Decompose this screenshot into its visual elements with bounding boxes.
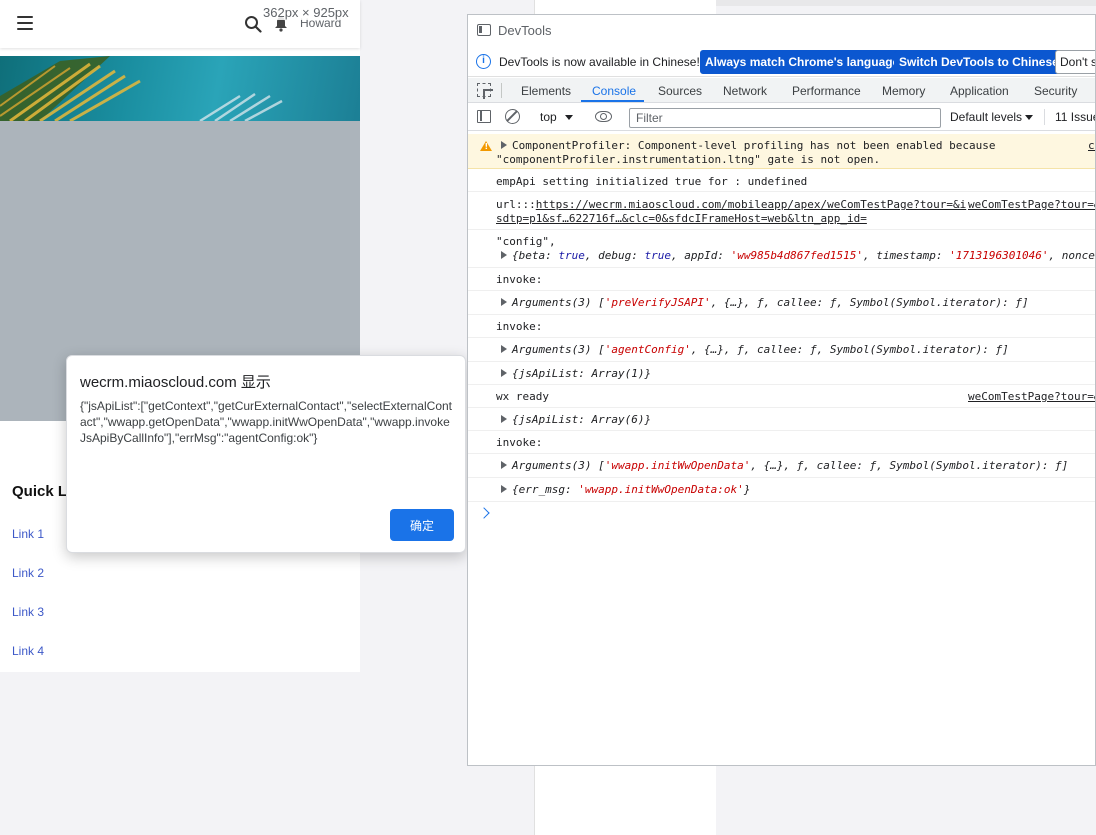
console-log-jsapi-6: {jsApiList: Array(6)} xyxy=(468,408,1095,431)
warning-line-1[interactable]: ComponentProfiler: Component-level profi… xyxy=(501,139,995,153)
context-selector[interactable]: top xyxy=(540,110,573,124)
console-log-wx-ready: wx ready weComTestPage?tour=& xyxy=(468,385,1095,408)
log-levels-label: Default levels xyxy=(950,110,1023,124)
sidebar-toggle-icon[interactable] xyxy=(477,110,491,123)
chevron-down-icon xyxy=(564,115,573,121)
console-log-errmsg: {err_msg: 'wwapp.initWwOpenData:ok'} xyxy=(468,478,1095,502)
alert-dialog: wecrm.miaoscloud.com 显示 {"jsApiList":["g… xyxy=(66,355,466,553)
tab-separator xyxy=(501,83,502,98)
filter-input[interactable] xyxy=(629,108,941,128)
console-log-invoke-1: invoke: xyxy=(468,268,1095,291)
mobile-page: Howard 362px × 925px Quick L Link 1 Link… xyxy=(0,0,360,672)
search-icon[interactable] xyxy=(244,15,262,33)
background-strip xyxy=(716,0,1096,6)
banner-image xyxy=(0,56,360,121)
dont-show-button[interactable]: Don't s xyxy=(1055,50,1095,74)
console-log-jsapi-1: {jsApiList: Array(1)} xyxy=(468,362,1095,385)
chevron-down-icon xyxy=(1025,115,1034,121)
tab-performance[interactable]: Performance xyxy=(792,84,861,98)
console-log-config: "config", {beta: true, debug: true, appI… xyxy=(468,230,1095,268)
console-log-invoke-2: invoke: xyxy=(468,315,1095,338)
dialog-title: wecrm.miaoscloud.com 显示 xyxy=(80,374,271,391)
devtools-window: DevTools i DevTools is now available in … xyxy=(467,14,1096,766)
console-prompt-icon[interactable] xyxy=(478,507,490,519)
tab-memory[interactable]: Memory xyxy=(882,84,925,98)
log-levels-dropdown[interactable]: Default levels xyxy=(950,110,1034,124)
match-language-button[interactable]: Always match Chrome's language xyxy=(700,50,905,74)
inspect-element-icon[interactable] xyxy=(477,83,491,97)
infobar-text: DevTools is now available in Chinese! xyxy=(499,55,700,69)
console-warning: ComponentProfiler: Component-level profi… xyxy=(468,134,1095,169)
url-link-continued[interactable]: sdtp=p1&sf…622716f…&clc=0&sfdcIFrameHost… xyxy=(496,212,867,226)
tab-network[interactable]: Network xyxy=(723,84,767,98)
expand-triangle-icon[interactable] xyxy=(501,345,507,353)
link-3[interactable]: Link 3 xyxy=(12,605,44,619)
devtools-tabbar: Elements Console Sources Network Perform… xyxy=(468,78,1095,103)
expand-triangle-icon[interactable] xyxy=(501,485,507,493)
quick-links-title: Quick L xyxy=(12,483,68,500)
devtools-titlebar: DevTools xyxy=(468,15,1095,46)
dialog-message: {"jsApiList":["getContext","getCurExtern… xyxy=(80,399,452,445)
menu-icon[interactable] xyxy=(17,16,33,30)
console-log-empapi: empApi setting initialized true for : un… xyxy=(468,170,1095,192)
tab-application[interactable]: Application xyxy=(950,84,1009,98)
link-4[interactable]: Link 4 xyxy=(12,644,44,658)
viewport-dimensions: 362px × 925px xyxy=(262,5,350,20)
console-log-args-3: Arguments(3) ['wwapp.initWwOpenData', {…… xyxy=(468,454,1095,478)
warning-line-2: "componentProfiler.instrumentation.ltng"… xyxy=(496,153,881,166)
warning-source-link[interactable]: co xyxy=(1088,139,1095,153)
info-icon: i xyxy=(476,54,491,69)
config-object[interactable]: {beta: true, debug: true, appId: 'ww985b… xyxy=(501,249,1095,263)
switch-chinese-button[interactable]: Switch DevTools to Chinese xyxy=(894,50,1064,74)
console-toolbar: top Default levels 11 Issue xyxy=(468,104,1095,131)
tab-security[interactable]: Security xyxy=(1034,84,1077,98)
console-log-invoke-3: invoke: xyxy=(468,431,1095,454)
language-infobar: i DevTools is now available in Chinese! … xyxy=(468,46,1095,77)
devtools-title: DevTools xyxy=(498,23,552,38)
console-log-args-2: Arguments(3) ['agentConfig', {…}, ƒ, cal… xyxy=(468,338,1095,362)
issues-counter[interactable]: 11 Issue xyxy=(1055,110,1095,124)
warning-icon xyxy=(480,141,492,151)
toolbar-separator xyxy=(1044,109,1045,125)
ok-button[interactable]: 确定 xyxy=(390,509,454,541)
expand-triangle-icon[interactable] xyxy=(501,369,507,377)
tab-console[interactable]: Console xyxy=(592,84,636,98)
context-value: top xyxy=(540,110,557,124)
url-source-link[interactable]: weComTestPage?tour=& xyxy=(968,198,1095,212)
link-2[interactable]: Link 2 xyxy=(12,566,44,580)
clear-console-icon[interactable] xyxy=(505,109,520,124)
live-expression-eye-icon[interactable] xyxy=(595,111,612,122)
active-tab-indicator xyxy=(581,100,644,102)
expand-triangle-icon[interactable] xyxy=(501,298,507,306)
wx-ready-source-link[interactable]: weComTestPage?tour=& xyxy=(968,390,1095,404)
devtools-logo-icon xyxy=(477,24,491,36)
console-output: ComponentProfiler: Component-level profi… xyxy=(468,132,1095,765)
tab-elements[interactable]: Elements xyxy=(521,84,571,98)
tab-sources[interactable]: Sources xyxy=(658,84,702,98)
expand-triangle-icon[interactable] xyxy=(501,141,507,149)
console-log-url: url:::https://wecrm.miaoscloud.com/mobil… xyxy=(468,192,1095,230)
url-link[interactable]: https://wecrm.miaoscloud.com/mobileapp/a… xyxy=(536,198,966,211)
expand-triangle-icon[interactable] xyxy=(501,461,507,469)
expand-triangle-icon[interactable] xyxy=(501,251,507,259)
link-1[interactable]: Link 1 xyxy=(12,527,44,541)
console-log-args-1: Arguments(3) ['preVerifyJSAPI', {…}, ƒ, … xyxy=(468,291,1095,315)
expand-triangle-icon[interactable] xyxy=(501,415,507,423)
